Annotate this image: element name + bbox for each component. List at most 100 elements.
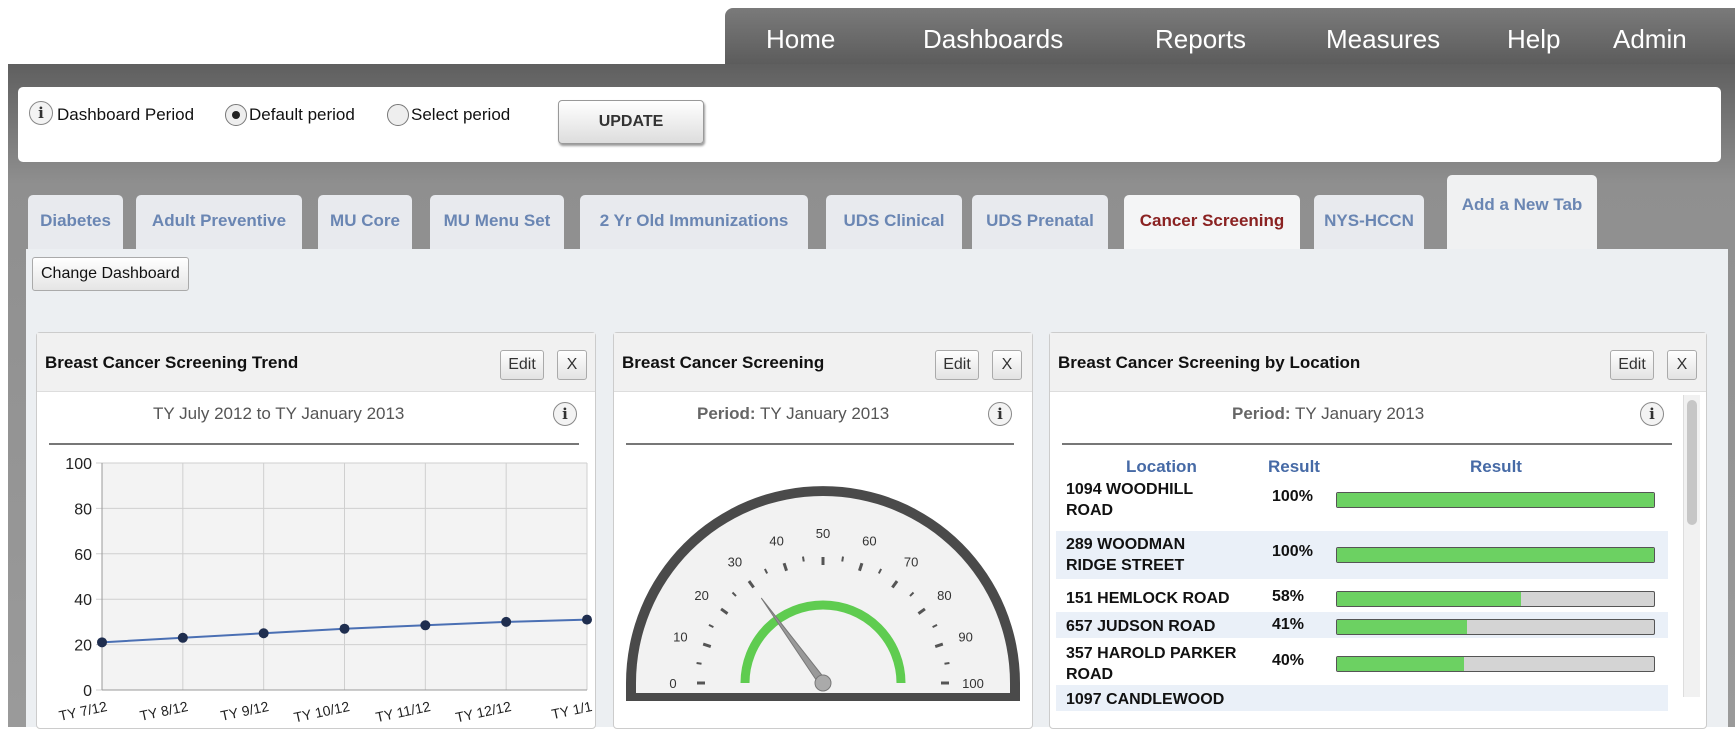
location-name: 657 JUDSON ROAD [1066,616,1215,637]
gauge-tick [696,661,702,665]
tab-cancer-screening[interactable]: Cancer Screening [1124,195,1300,249]
default-period-label[interactable]: Default period [249,105,355,125]
widget-period: Period: TY January 2013 [1232,404,1424,424]
data-point[interactable] [258,628,269,639]
x-tick-label: TY 8/12 [138,698,189,724]
result-bar-fill [1337,657,1464,671]
x-tick-label: TY 9/12 [219,698,270,724]
tab-2yr-immunizations[interactable]: 2 Yr Old Immunizations [580,195,808,249]
trend-widget: Breast Cancer Screening Trend Edit X TY … [36,332,596,729]
location-name: 289 WOODMAN RIDGE STREET [1066,534,1185,576]
data-point[interactable] [420,620,431,631]
select-period-label[interactable]: Select period [411,105,510,125]
tab-mu-core[interactable]: MU Core [318,195,412,249]
info-icon[interactable]: i [988,402,1012,426]
gauge-tick-label: 60 [862,533,876,548]
nav-home[interactable]: Home [766,8,835,70]
edit-button[interactable]: Edit [935,350,979,380]
gauge-tick-label: 0 [669,676,676,691]
gauge-tick-label: 70 [904,555,918,570]
location-line: 151 HEMLOCK ROAD [1066,590,1230,607]
change-dashboard-button[interactable]: Change Dashboard [32,257,189,291]
gauge-tick-label: 30 [728,555,742,570]
data-point[interactable] [339,623,350,634]
tab-nys-hccn[interactable]: NYS-HCCN [1314,195,1424,249]
result-value: 41% [1272,616,1305,633]
data-point[interactable] [501,616,512,627]
data-point[interactable] [97,637,107,648]
widget-title: Breast Cancer Screening by Location [1058,353,1361,372]
x-tick-label: TY 12/12 [454,698,513,725]
location-line: 357 HAROLD PARKER [1066,645,1237,662]
info-icon[interactable]: i [1640,402,1664,426]
widget-period: TY July 2012 to TY January 2013 [153,404,405,423]
widget-title: Breast Cancer Screening [622,353,825,372]
gauge-tick-label: 10 [673,630,687,645]
column-header-result-bar: Result [1470,457,1522,476]
result-bar [1336,591,1655,607]
dashboard-period-bar: i Dashboard Period Default period Select… [18,87,1721,162]
close-button[interactable]: X [1667,350,1697,380]
info-icon[interactable]: i [29,101,53,125]
tab-mu-menu-set[interactable]: MU Menu Set [430,195,564,249]
nav-help[interactable]: Help [1507,8,1560,70]
select-period-radio[interactable] [387,104,409,126]
gauge-tick-label: 20 [694,588,708,603]
period-label: Period: [1232,404,1291,423]
tab-diabetes[interactable]: Diabetes [28,195,123,249]
table-row: 1097 CANDLEWOOD [1056,685,1668,711]
data-point[interactable] [177,632,188,643]
info-icon[interactable]: i [553,402,577,426]
gauge-tick-label: 80 [937,588,951,603]
tab-adult-preventive[interactable]: Adult Preventive [136,195,302,249]
gauge-tick-label: 50 [816,526,830,541]
result-bar-fill [1337,548,1654,562]
top-navigation: Home Dashboards Reports Measures Help Ad… [725,8,1735,70]
tab-uds-clinical[interactable]: UDS Clinical [826,195,962,249]
location-name: 1097 CANDLEWOOD [1066,689,1224,710]
close-button[interactable]: X [992,350,1022,380]
update-button[interactable]: UPDATE [558,100,704,144]
location-line: 1094 WOODHILL [1066,481,1194,498]
divider [49,443,579,445]
y-tick-label: 60 [74,547,92,564]
default-period-radio[interactable] [225,104,247,126]
widget-header: Breast Cancer Screening Trend Edit X [37,333,595,392]
result-bar [1336,492,1655,508]
scrollbar[interactable] [1683,395,1700,697]
nav-dashboards[interactable]: Dashboards [923,8,1063,70]
result-value: 100% [1272,543,1313,560]
tab-uds-prenatal[interactable]: UDS Prenatal [972,195,1108,249]
table-row: 657 JUDSON ROAD 41% [1056,612,1668,638]
location-name: 1094 WOODHILL ROAD [1066,479,1193,521]
edit-button[interactable]: Edit [500,350,544,380]
column-header-result: Result [1268,457,1320,476]
data-point[interactable] [582,614,592,625]
gauge-tick [841,556,845,562]
scrollbar-thumb[interactable] [1687,400,1697,525]
x-tick-label: TY 10/12 [292,698,351,725]
gauge-needle-hub [814,674,832,692]
x-tick-label: TY 1/1 [550,698,594,722]
period-label: Period: [697,404,756,423]
gauge-tick [801,556,805,562]
location-line: 1097 CANDLEWOOD [1066,691,1225,708]
result-value: 40% [1272,652,1305,669]
nav-admin[interactable]: Admin [1613,8,1687,70]
y-tick-label: 40 [74,592,92,609]
nav-reports[interactable]: Reports [1155,8,1246,70]
result-bar-fill [1337,592,1521,606]
add-new-tab[interactable]: Add a New Tab [1447,175,1597,249]
nav-measures[interactable]: Measures [1326,8,1440,70]
location-line: 657 JUDSON ROAD [1066,618,1216,635]
result-bar [1336,656,1655,672]
widget-title: Breast Cancer Screening Trend [45,353,299,372]
edit-button[interactable]: Edit [1610,350,1654,380]
widget-header: Breast Cancer Screening by Location Edit… [1050,333,1706,392]
table-row: 289 WOODMAN RIDGE STREET 100% [1056,531,1668,579]
divider [626,443,1014,445]
table-row: 1094 WOODHILL ROAD 100% [1056,476,1668,524]
close-button[interactable]: X [557,350,587,380]
gauge-tick-label: 90 [958,630,972,645]
trend-line-chart: 0 20 40 60 80 100 TY 7/12 TY 8/12 TY 9/12 TY 10/1… [57,456,594,725]
